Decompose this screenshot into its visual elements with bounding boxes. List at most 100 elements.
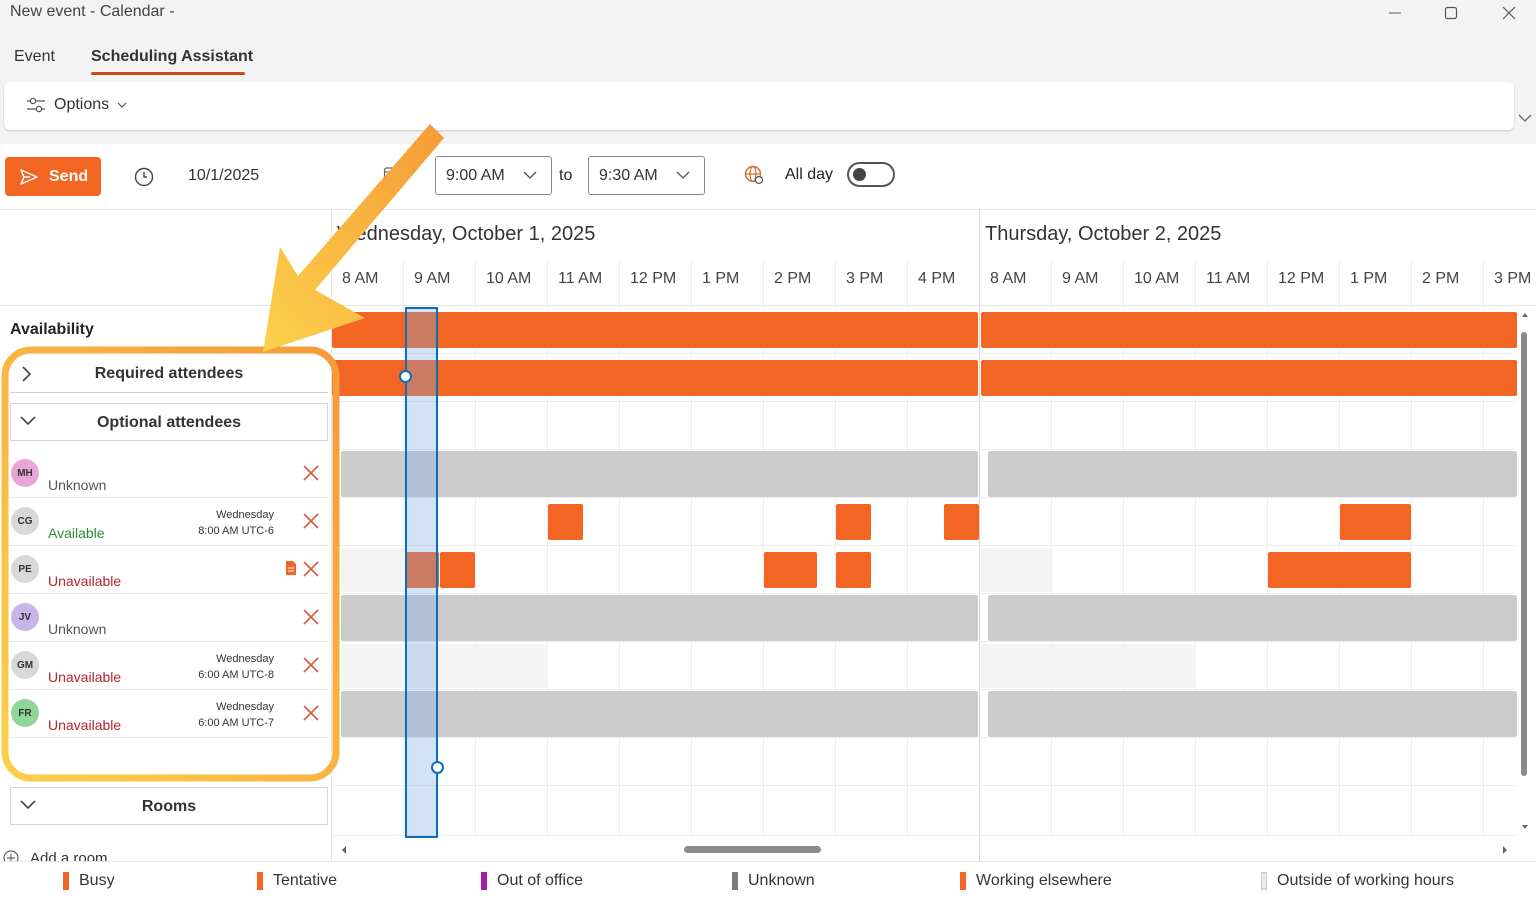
hour-label: 3 PM	[1494, 270, 1532, 287]
legend-swatch	[257, 872, 263, 890]
attendee-row[interactable]: GM Unavailable Wednesday 6:00 AM UTC-8	[10, 642, 328, 690]
horizontal-scrollbar[interactable]	[684, 846, 821, 853]
remove-attendee-button[interactable]	[302, 608, 320, 631]
hour-label: 4 PM	[918, 270, 956, 287]
attendee-status: Unavailable	[48, 669, 122, 685]
title-bar: New event - Calendar -	[0, 0, 1536, 34]
hour-label: 12 PM	[630, 270, 677, 287]
grid-left-divider	[331, 209, 332, 861]
add-circle-icon	[3, 850, 19, 861]
header-divider	[0, 305, 1536, 306]
scroll-right-icon[interactable]	[1502, 846, 1508, 854]
maximize-icon	[1444, 6, 1458, 20]
busy-block	[944, 504, 979, 540]
remove-attendee-button[interactable]	[302, 512, 320, 535]
legend-label: Tentative	[273, 872, 338, 889]
attendee-local-time: Wednesday 6:00 AM UTC-7	[180, 699, 274, 731]
availability-label: Availability	[10, 321, 94, 338]
busy-block	[836, 504, 871, 540]
busy-block	[836, 552, 871, 588]
selection-start-handle[interactable]	[399, 370, 412, 383]
unknown-block	[988, 451, 1517, 497]
rooms-header[interactable]: Rooms	[10, 787, 328, 825]
close-icon	[302, 657, 320, 678]
hour-label: 9 AM	[414, 270, 451, 287]
row-gridline	[332, 689, 1517, 690]
day-divider	[979, 209, 980, 861]
maximize-button[interactable]	[1428, 0, 1474, 26]
attendee-status: Unknown	[48, 477, 107, 493]
tab-scheduling-assistant[interactable]: Scheduling Assistant	[91, 48, 253, 66]
remove-attendee-button[interactable]	[302, 464, 320, 487]
options-button[interactable]: Options	[26, 96, 127, 114]
legend-swatch	[732, 872, 738, 890]
send-label: Send	[49, 167, 89, 185]
attendee-row[interactable]: PE Unavailable	[10, 546, 328, 594]
hour-label: 12 PM	[1278, 270, 1325, 287]
close-icon	[302, 561, 320, 582]
close-icon	[302, 465, 320, 486]
legend-item: Busy	[63, 872, 115, 890]
to-label: to	[559, 167, 573, 184]
calendar-icon[interactable]	[383, 165, 401, 188]
outside-hours-block	[981, 548, 1051, 592]
hour-label: 9 AM	[1062, 270, 1099, 287]
start-time-dropdown[interactable]: 9:00 AM	[435, 156, 552, 195]
close-icon	[1502, 6, 1516, 20]
optional-attendees-header[interactable]: Optional attendees	[10, 403, 328, 441]
close-icon	[302, 609, 320, 630]
document-icon[interactable]	[284, 560, 298, 581]
tab-event[interactable]: Event	[14, 48, 55, 66]
add-room-button[interactable]: Add a room	[0, 845, 330, 861]
scroll-left-icon[interactable]	[341, 846, 347, 854]
hour-label: 10 AM	[486, 270, 532, 287]
day-header-1: Wednesday, October 1, 2025	[337, 223, 596, 245]
start-date-field[interactable]: 10/1/2025	[188, 167, 259, 185]
ribbon-expand-button[interactable]	[1518, 110, 1532, 128]
legend-item: Out of office	[481, 872, 583, 890]
legend-swatch	[481, 872, 487, 890]
vertical-scrollbar[interactable]	[1521, 332, 1527, 776]
scroll-up-icon[interactable]	[1522, 312, 1528, 318]
chevron-down-icon	[523, 171, 537, 179]
attendee-row[interactable]: CG Available Wednesday 8:00 AM UTC-6	[10, 498, 328, 546]
busy-block	[1268, 552, 1411, 588]
end-time-dropdown[interactable]: 9:30 AM	[588, 156, 705, 195]
time-zone-icon[interactable]	[743, 164, 765, 191]
required-busy-bar	[981, 360, 1517, 396]
hour-label: 10 AM	[1134, 270, 1180, 287]
all-day-label: All day	[785, 166, 834, 183]
attendee-row[interactable]: MH Unknown	[10, 450, 328, 498]
attendee-row[interactable]: FR Unavailable Wednesday 6:00 AM UTC-7	[10, 690, 328, 738]
remove-attendee-button[interactable]	[302, 560, 320, 583]
rooms-label: Rooms	[141, 798, 197, 815]
chevron-down-icon	[676, 171, 690, 179]
outside-hours-block	[341, 548, 405, 592]
remove-attendee-button[interactable]	[302, 656, 320, 679]
close-icon	[302, 705, 320, 726]
close-button[interactable]	[1486, 0, 1532, 26]
meeting-time-selection[interactable]	[405, 307, 438, 838]
sliders-icon	[27, 97, 45, 113]
attendee-local-day: Wednesday	[216, 509, 274, 521]
required-attendees-header[interactable]: Required attendees	[10, 355, 328, 393]
hour-label: 2 PM	[1422, 270, 1460, 287]
start-time-value: 9:00 AM	[446, 166, 505, 184]
ribbon: Options	[4, 82, 1514, 130]
availability-busy-bar	[981, 312, 1517, 348]
send-button[interactable]: Send	[5, 157, 101, 196]
minimize-icon	[1389, 12, 1401, 14]
scroll-down-icon[interactable]	[1522, 824, 1528, 830]
row-gridline	[332, 593, 1517, 594]
toolbar-divider	[0, 209, 1536, 210]
legend-swatch	[1261, 872, 1267, 890]
options-label: Options	[54, 96, 110, 113]
row-gridline	[332, 737, 1517, 738]
selection-end-handle[interactable]	[431, 761, 444, 774]
minimize-button[interactable]	[1372, 0, 1418, 26]
all-day-toggle[interactable]	[847, 162, 895, 187]
remove-attendee-button[interactable]	[302, 704, 320, 727]
avatar: JV	[11, 603, 39, 631]
hour-label: 3 PM	[846, 270, 884, 287]
attendee-row[interactable]: JV Unknown	[10, 594, 328, 642]
